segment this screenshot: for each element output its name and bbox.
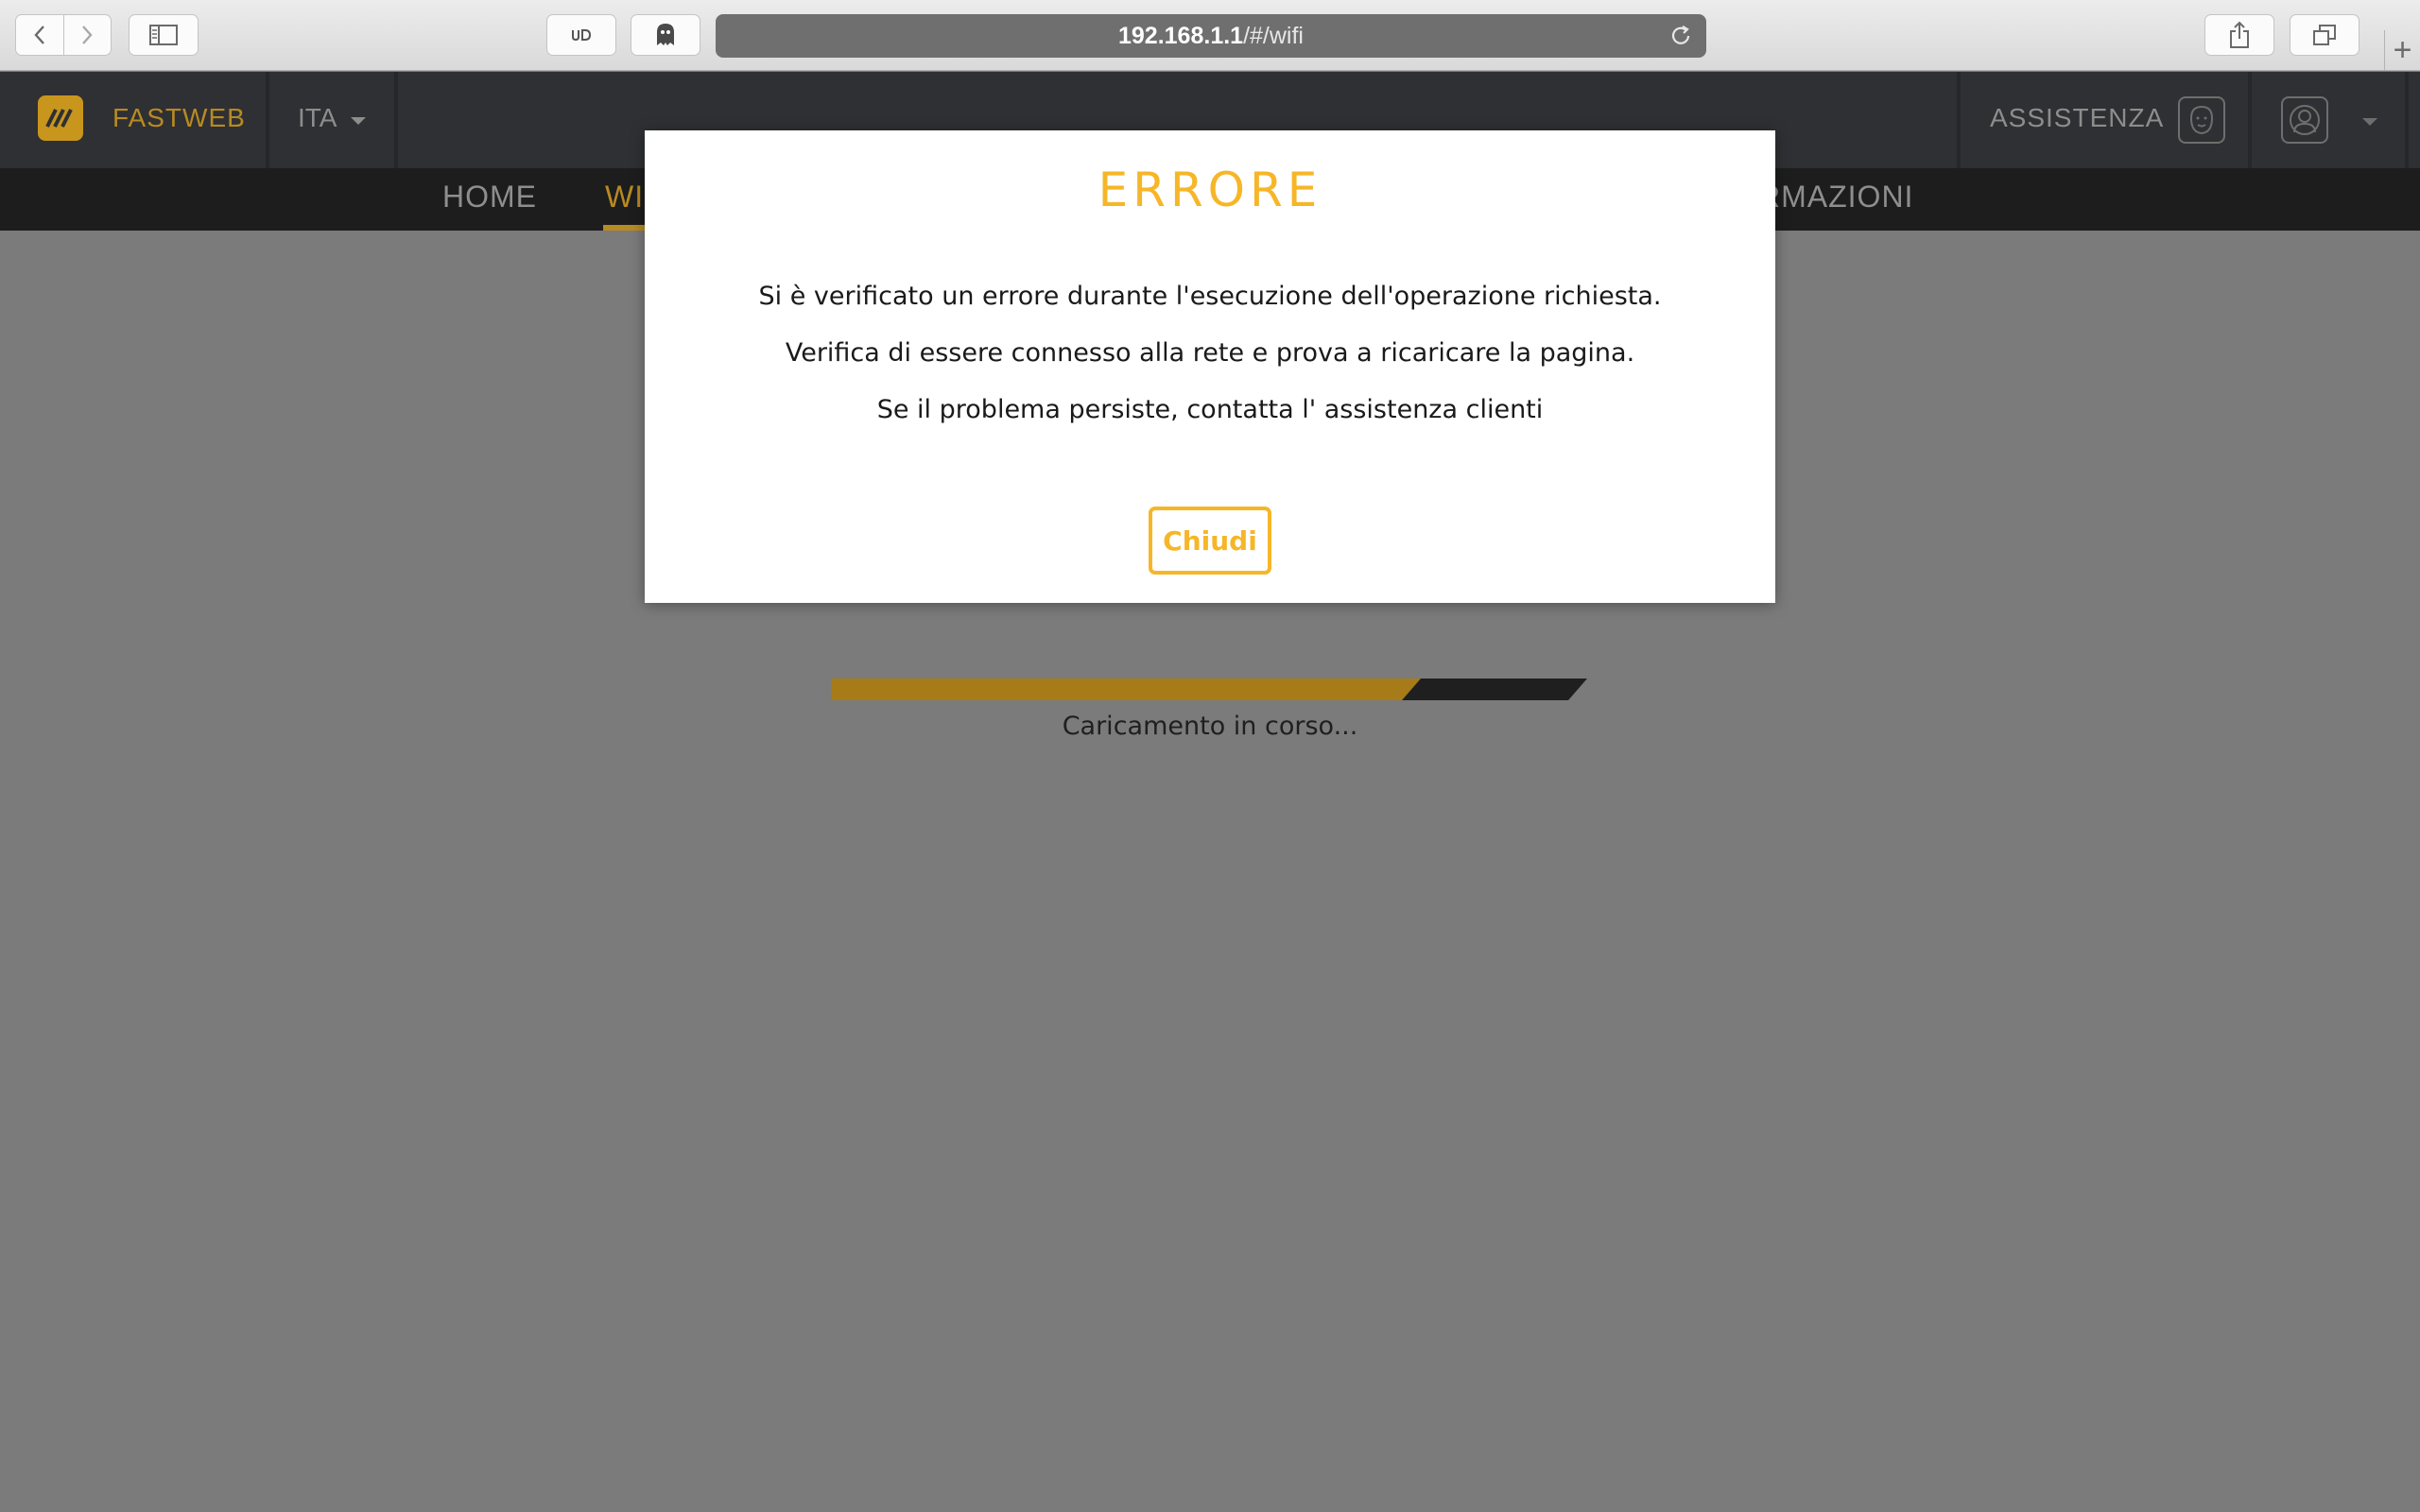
share-button[interactable] (2204, 14, 2274, 56)
share-icon (2230, 21, 2249, 48)
ublock-icon (572, 29, 592, 42)
error-message-line: Verifica di essere connesso alla rete e … (785, 338, 1635, 368)
chevron-left-icon (34, 26, 44, 44)
loading-progress-bar (831, 679, 1587, 700)
address-bar[interactable]: 192.168.1.1/#/wifi (716, 14, 1706, 58)
back-button[interactable] (16, 15, 63, 55)
history-nav (15, 14, 112, 56)
url-host: 192.168.1.1 (1118, 22, 1244, 49)
sidebar-button[interactable] (129, 14, 199, 56)
ghostery-extension-button[interactable] (631, 14, 700, 56)
forward-button[interactable] (62, 15, 112, 55)
close-button[interactable]: Chiudi (1149, 507, 1271, 575)
dialog-title: ERRORE (1098, 163, 1322, 217)
sidebar-icon (149, 25, 178, 45)
progress-fill (831, 679, 1421, 700)
reload-icon (1671, 26, 1690, 44)
tabs-icon (2313, 25, 2336, 45)
loading-text: Caricamento in corso... (1062, 712, 1358, 741)
url-path: /#/wifi (1243, 22, 1304, 49)
ghost-icon (657, 24, 674, 45)
error-dialog: ERRORE Si è verificato un errore durante… (645, 130, 1775, 603)
tabs-overview-button[interactable] (2290, 14, 2360, 56)
error-message-line: Se il problema persiste, contatta l' ass… (876, 395, 1544, 424)
chevron-right-icon (82, 26, 93, 44)
ublock-extension-button[interactable] (546, 14, 616, 56)
browser-toolbar: 192.168.1.1/#/wifi + (0, 0, 2420, 71)
reload-button[interactable] (1668, 24, 1693, 55)
error-message-line: Si è verificato un errore durante l'esec… (758, 282, 1662, 311)
new-tab-button[interactable]: + (2384, 30, 2420, 71)
